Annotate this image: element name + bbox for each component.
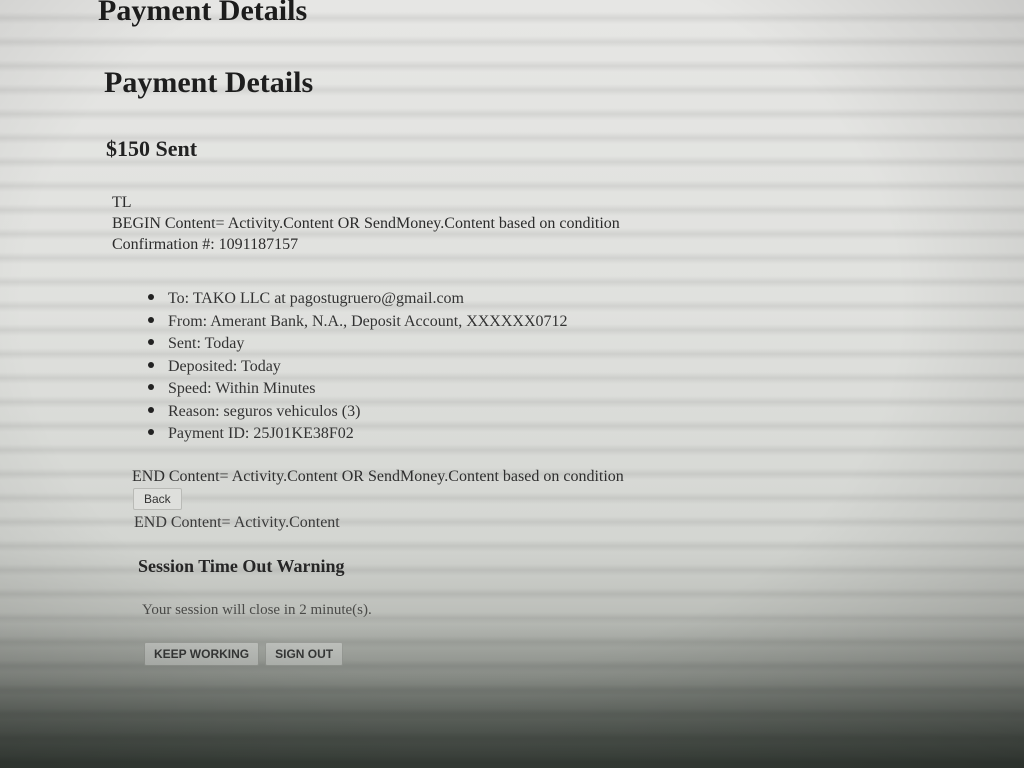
begin-content-text: BEGIN Content= Activity.Content OR SendM… [112,215,620,232]
list-item: From: Amerant Bank, N.A., Deposit Accoun… [148,311,568,334]
bullet-icon [148,429,154,436]
session-timeout-title: Session Time Out Warning [138,556,345,576]
bullet-icon [148,406,154,413]
payment-details-list: To: TAKO LLC at pagostugruero@gmail.com … [148,288,568,446]
confirmation-number: Confirmation #: 1091187157 [112,236,299,253]
end-content-text: END Content= Activity.Content OR SendMon… [132,468,624,485]
content-meta: TL BEGIN Content= Activity.Content OR Se… [112,192,620,255]
page-title: Payment Details [104,66,314,99]
end-content-activity-text: END Content= Activity.Content [134,514,340,531]
sign-out-button[interactable]: SIGN OUT [265,642,344,666]
bullet-icon [148,294,154,301]
detail-payment-id: Payment ID: 25J01KE38F02 [168,425,354,442]
list-item: Payment ID: 25J01KE38F02 [148,423,568,446]
bullet-icon [148,339,154,346]
detail-speed: Speed: Within Minutes [168,380,316,397]
detail-from: From: Amerant Bank, N.A., Deposit Accoun… [168,312,568,330]
session-timeout-message: Your session will close in 2 minute(s). [142,602,372,618]
keep-working-button[interactable]: KEEP WORKING [144,642,260,666]
list-item: Deposited: Today [148,356,568,379]
tl-label: TL [112,194,132,211]
bullet-icon [148,361,154,368]
page-header-title: Payment Details [98,0,308,27]
list-item: Sent: Today [148,333,568,356]
detail-reason: Reason: seguros vehiculos (3) [168,402,361,420]
payment-details-page: Payment Details Payment Details $150 Sen… [0,0,1024,768]
bullet-icon [148,316,154,323]
session-timeout-actions: KEEP WORKING SIGN OUT [144,642,344,666]
amount-sent-heading: $150 Sent [106,136,198,161]
bullet-icon [148,384,154,391]
back-button[interactable]: Back [133,488,182,510]
list-item: Speed: Within Minutes [148,378,568,401]
detail-sent: Sent: Today [168,335,245,352]
detail-deposited: Deposited: Today [168,357,281,375]
list-item: Reason: seguros vehiculos (3) [148,401,568,424]
detail-to: To: TAKO LLC at pagostugruero@gmail.com [168,290,464,307]
list-item: To: TAKO LLC at pagostugruero@gmail.com [148,288,568,311]
